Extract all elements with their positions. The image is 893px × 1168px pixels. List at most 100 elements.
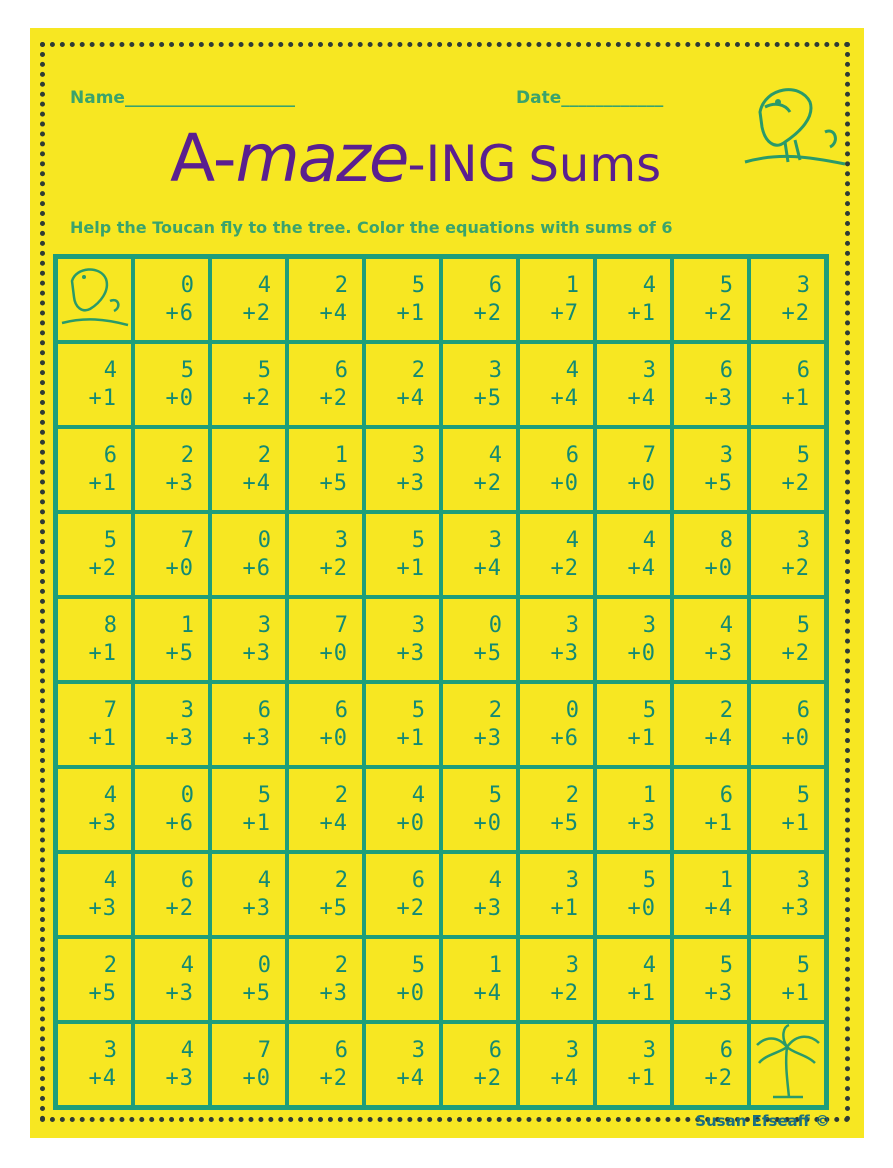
grid-cell[interactable]: 6 +0 bbox=[518, 427, 595, 512]
grid-cell[interactable]: 5 +2 bbox=[749, 427, 826, 512]
grid-cell[interactable]: 5 +0 bbox=[133, 342, 210, 427]
grid-cell[interactable]: 8 +1 bbox=[56, 597, 133, 682]
grid-cell[interactable]: 6 +3 bbox=[210, 682, 287, 767]
grid-cell[interactable]: 0 +6 bbox=[133, 257, 210, 342]
grid-cell[interactable]: 5 +1 bbox=[749, 937, 826, 1022]
grid-cell[interactable]: 4 +3 bbox=[133, 1022, 210, 1107]
grid-cell[interactable]: 7 +1 bbox=[56, 682, 133, 767]
grid-cell[interactable]: 3 +3 bbox=[364, 427, 441, 512]
grid-cell[interactable]: 2 +5 bbox=[518, 767, 595, 852]
grid-cell[interactable]: 6 +2 bbox=[672, 1022, 749, 1107]
grid-cell[interactable]: 5 +1 bbox=[364, 512, 441, 597]
grid-cell[interactable]: 6 +1 bbox=[56, 427, 133, 512]
grid-cell[interactable]: 0 +6 bbox=[518, 682, 595, 767]
grid-cell[interactable]: 3 +2 bbox=[287, 512, 364, 597]
grid-cell[interactable]: 6 +2 bbox=[287, 342, 364, 427]
grid-cell[interactable]: 5 +3 bbox=[672, 937, 749, 1022]
grid-cell[interactable]: 4 +3 bbox=[56, 852, 133, 937]
grid-cell[interactable]: 4 +3 bbox=[56, 767, 133, 852]
grid-cell[interactable]: 3 +2 bbox=[749, 512, 826, 597]
grid-cell[interactable]: 6 +2 bbox=[133, 852, 210, 937]
grid-cell[interactable]: 3 +5 bbox=[672, 427, 749, 512]
grid-cell[interactable]: 5 +2 bbox=[210, 342, 287, 427]
grid-cell[interactable]: 2 +3 bbox=[441, 682, 518, 767]
grid-cell[interactable]: 2 +3 bbox=[133, 427, 210, 512]
grid-cell[interactable]: 3 +2 bbox=[518, 937, 595, 1022]
grid-cell[interactable]: 1 +5 bbox=[287, 427, 364, 512]
grid-cell[interactable]: 4 +1 bbox=[595, 937, 672, 1022]
grid-cell[interactable]: 5 +1 bbox=[364, 257, 441, 342]
grid-cell[interactable]: 6 +0 bbox=[749, 682, 826, 767]
grid-cell[interactable]: 2 +4 bbox=[287, 767, 364, 852]
grid-cell[interactable]: 2 +4 bbox=[287, 257, 364, 342]
grid-cell[interactable]: 5 +1 bbox=[364, 682, 441, 767]
grid-cell[interactable]: 0 +6 bbox=[133, 767, 210, 852]
grid-cell[interactable]: 4 +4 bbox=[595, 512, 672, 597]
grid-cell[interactable]: 3 +3 bbox=[518, 597, 595, 682]
grid-cell[interactable]: 3 +1 bbox=[595, 1022, 672, 1107]
grid-cell[interactable]: 4 +2 bbox=[518, 512, 595, 597]
grid-cell[interactable]: 1 +3 bbox=[595, 767, 672, 852]
grid-cell[interactable]: 7 +0 bbox=[287, 597, 364, 682]
grid-cell[interactable]: 3 +4 bbox=[595, 342, 672, 427]
grid-cell[interactable]: 3 +3 bbox=[210, 597, 287, 682]
grid-cell[interactable]: 0 +5 bbox=[441, 597, 518, 682]
grid-cell[interactable]: 4 +0 bbox=[364, 767, 441, 852]
grid-cell[interactable]: 3 +3 bbox=[364, 597, 441, 682]
grid-cell[interactable]: 2 +4 bbox=[210, 427, 287, 512]
grid-cell[interactable]: 4 +3 bbox=[210, 852, 287, 937]
grid-cell[interactable]: 6 +0 bbox=[287, 682, 364, 767]
grid-cell[interactable]: 4 +4 bbox=[518, 342, 595, 427]
grid-cell[interactable]: 2 +4 bbox=[672, 682, 749, 767]
grid-cell[interactable]: 4 +2 bbox=[441, 427, 518, 512]
grid-cell[interactable]: 7 +0 bbox=[210, 1022, 287, 1107]
grid-cell[interactable]: 7 +0 bbox=[133, 512, 210, 597]
grid-cell[interactable]: 3 +4 bbox=[364, 1022, 441, 1107]
grid-cell[interactable]: 7 +0 bbox=[595, 427, 672, 512]
grid-cell[interactable]: 4 +3 bbox=[672, 597, 749, 682]
grid-cell[interactable]: 5 +0 bbox=[595, 852, 672, 937]
grid-cell[interactable]: 6 +1 bbox=[749, 342, 826, 427]
grid-cell[interactable]: 5 +1 bbox=[595, 682, 672, 767]
grid-cell[interactable]: 6 +2 bbox=[441, 257, 518, 342]
grid-cell[interactable]: 1 +4 bbox=[441, 937, 518, 1022]
grid-cell[interactable]: 2 +5 bbox=[56, 937, 133, 1022]
grid-cell[interactable]: 6 +3 bbox=[672, 342, 749, 427]
grid-cell[interactable]: 2 +3 bbox=[287, 937, 364, 1022]
grid-cell[interactable]: 5 +1 bbox=[210, 767, 287, 852]
grid-cell[interactable]: 5 +0 bbox=[441, 767, 518, 852]
grid-cell[interactable]: 4 +1 bbox=[595, 257, 672, 342]
grid-cell[interactable]: 6 +2 bbox=[287, 1022, 364, 1107]
grid-cell[interactable]: 4 +3 bbox=[441, 852, 518, 937]
grid-cell[interactable]: 1 +4 bbox=[672, 852, 749, 937]
grid-cell[interactable]: 1 +5 bbox=[133, 597, 210, 682]
grid-cell[interactable]: 3 +2 bbox=[749, 257, 826, 342]
grid-cell[interactable]: 0 +5 bbox=[210, 937, 287, 1022]
grid-cell[interactable] bbox=[56, 257, 133, 342]
grid-cell[interactable]: 3 +4 bbox=[441, 512, 518, 597]
grid-cell[interactable]: 1 +7 bbox=[518, 257, 595, 342]
grid-cell[interactable]: 5 +2 bbox=[672, 257, 749, 342]
grid-cell[interactable]: 6 +1 bbox=[672, 767, 749, 852]
grid-cell[interactable]: 4 +2 bbox=[210, 257, 287, 342]
grid-cell[interactable]: 5 +1 bbox=[749, 767, 826, 852]
grid-cell[interactable]: 3 +4 bbox=[56, 1022, 133, 1107]
grid-cell[interactable]: 3 +5 bbox=[441, 342, 518, 427]
name-field[interactable]: Name____________________ bbox=[70, 88, 295, 108]
grid-cell[interactable]: 8 +0 bbox=[672, 512, 749, 597]
grid-cell[interactable]: 2 +5 bbox=[287, 852, 364, 937]
date-field[interactable]: Date____________ bbox=[516, 88, 663, 108]
grid-cell[interactable]: 2 +4 bbox=[364, 342, 441, 427]
grid-cell[interactable]: 3 +3 bbox=[749, 852, 826, 937]
grid-cell[interactable]: 3 +3 bbox=[133, 682, 210, 767]
grid-cell[interactable]: 4 +3 bbox=[133, 937, 210, 1022]
grid-cell[interactable]: 3 +1 bbox=[518, 852, 595, 937]
grid-cell[interactable]: 6 +2 bbox=[441, 1022, 518, 1107]
grid-cell[interactable]: 3 +4 bbox=[518, 1022, 595, 1107]
grid-cell[interactable]: 4 +1 bbox=[56, 342, 133, 427]
grid-cell[interactable]: 5 +2 bbox=[749, 597, 826, 682]
grid-cell[interactable]: 3 +0 bbox=[595, 597, 672, 682]
grid-cell[interactable]: 6 +2 bbox=[364, 852, 441, 937]
grid-cell[interactable] bbox=[749, 1022, 826, 1107]
grid-cell[interactable]: 5 +2 bbox=[56, 512, 133, 597]
